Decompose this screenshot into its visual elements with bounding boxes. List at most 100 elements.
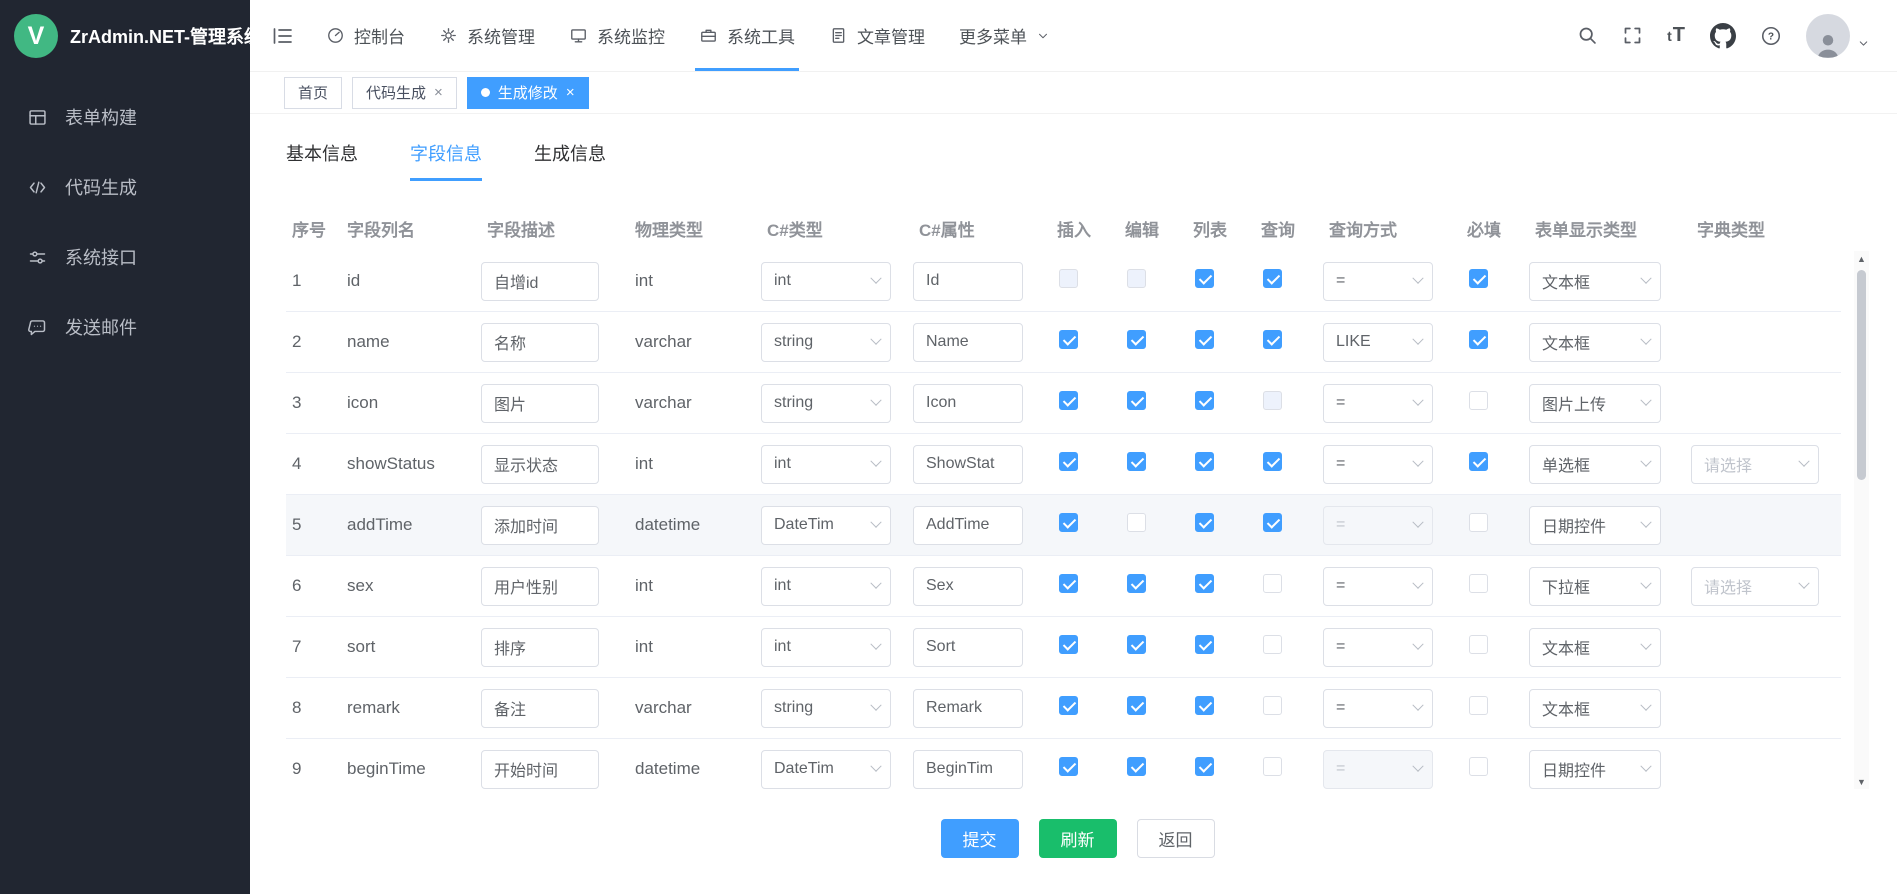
display-type-select[interactable]: 文本框 [1529,262,1661,301]
tab-generation-info[interactable]: 生成信息 [534,140,606,181]
tag-generate-edit[interactable]: 生成修改 × [467,77,589,109]
insert-checkbox[interactable] [1059,330,1078,349]
query-checkbox[interactable] [1263,635,1282,654]
github-link[interactable] [1710,23,1736,49]
required-checkbox[interactable] [1469,513,1488,532]
query-checkbox[interactable] [1263,452,1282,471]
edit-checkbox[interactable] [1127,757,1146,776]
sidebar-item-form-build[interactable]: 表单构建 [0,82,250,152]
close-icon[interactable]: × [566,85,575,100]
csharp-type-select[interactable]: int [761,262,891,301]
column-desc-input[interactable] [481,384,599,423]
font-size-toggle[interactable]: tT [1667,24,1686,47]
query-checkbox[interactable] [1263,574,1282,593]
submit-button[interactable]: 提交 [941,819,1019,858]
refresh-button[interactable]: 刷新 [1039,819,1117,858]
list-checkbox[interactable] [1195,757,1214,776]
csharp-prop-input[interactable] [913,445,1023,484]
nav-item-console[interactable]: 控制台 [326,0,405,71]
insert-checkbox[interactable] [1059,574,1078,593]
query-mode-select[interactable]: = [1323,262,1433,301]
sidebar-item-code-gen[interactable]: 代码生成 [0,152,250,222]
query-checkbox[interactable] [1263,757,1282,776]
query-mode-select[interactable]: = [1323,628,1433,667]
required-checkbox[interactable] [1469,574,1488,593]
list-checkbox[interactable] [1195,330,1214,349]
scroll-down-icon[interactable]: ▼ [1854,774,1869,789]
required-checkbox[interactable] [1469,330,1488,349]
edit-checkbox[interactable] [1127,696,1146,715]
list-checkbox[interactable] [1195,452,1214,471]
display-type-select[interactable]: 日期控件 [1529,750,1661,789]
list-checkbox[interactable] [1195,391,1214,410]
dict-type-select[interactable]: 请选择 [1691,445,1819,484]
search-button[interactable] [1577,25,1598,46]
edit-checkbox[interactable] [1127,330,1146,349]
required-checkbox[interactable] [1469,269,1488,288]
display-type-select[interactable]: 下拉框 [1529,567,1661,606]
csharp-type-select[interactable]: int [761,445,891,484]
display-type-select[interactable]: 文本框 [1529,689,1661,728]
csharp-type-select[interactable]: DateTim [761,506,891,545]
csharp-prop-input[interactable] [913,384,1023,423]
csharp-prop-input[interactable] [913,262,1023,301]
query-checkbox[interactable] [1263,330,1282,349]
edit-checkbox[interactable] [1127,452,1146,471]
column-desc-input[interactable] [481,323,599,362]
column-desc-input[interactable] [481,567,599,606]
list-checkbox[interactable] [1195,574,1214,593]
edit-checkbox[interactable] [1127,635,1146,654]
fullscreen-button[interactable] [1622,25,1643,46]
edit-checkbox[interactable] [1127,574,1146,593]
csharp-type-select[interactable]: DateTim [761,750,891,789]
csharp-prop-input[interactable] [913,750,1023,789]
nav-item-more-menu[interactable]: 更多菜单 [959,0,1050,71]
column-desc-input[interactable] [481,689,599,728]
column-desc-input[interactable] [481,445,599,484]
help-button[interactable]: ? [1760,25,1782,47]
tab-basic-info[interactable]: 基本信息 [286,140,358,181]
query-mode-select[interactable]: = [1323,567,1433,606]
required-checkbox[interactable] [1469,635,1488,654]
required-checkbox[interactable] [1469,757,1488,776]
query-checkbox[interactable] [1263,513,1282,532]
display-type-select[interactable]: 单选框 [1529,445,1661,484]
list-checkbox[interactable] [1195,269,1214,288]
tab-field-info[interactable]: 字段信息 [410,140,482,181]
column-desc-input[interactable] [481,262,599,301]
csharp-type-select[interactable]: int [761,628,891,667]
required-checkbox[interactable] [1469,391,1488,410]
edit-checkbox[interactable] [1127,391,1146,410]
list-checkbox[interactable] [1195,635,1214,654]
dict-type-select[interactable]: 请选择 [1691,567,1819,606]
query-mode-select[interactable]: = [1323,384,1433,423]
required-checkbox[interactable] [1469,452,1488,471]
query-checkbox[interactable] [1263,269,1282,288]
required-checkbox[interactable] [1469,696,1488,715]
tag-code-generation[interactable]: 代码生成 × [352,77,457,109]
sidebar-item-system-api[interactable]: 系统接口 [0,222,250,292]
display-type-select[interactable]: 日期控件 [1529,506,1661,545]
query-mode-select[interactable]: = [1323,445,1433,484]
query-checkbox[interactable] [1263,696,1282,715]
insert-checkbox[interactable] [1059,696,1078,715]
insert-checkbox[interactable] [1059,391,1078,410]
list-checkbox[interactable] [1195,513,1214,532]
user-menu[interactable] [1806,14,1870,58]
csharp-prop-input[interactable] [913,628,1023,667]
insert-checkbox[interactable] [1059,757,1078,776]
display-type-select[interactable]: 图片上传 [1529,384,1661,423]
csharp-prop-input[interactable] [913,567,1023,606]
sidebar-item-send-mail[interactable]: 发送邮件 [0,292,250,362]
column-desc-input[interactable] [481,628,599,667]
csharp-type-select[interactable]: string [761,323,891,362]
scrollbar-thumb[interactable] [1857,270,1866,480]
collapse-menu-button[interactable] [270,0,294,71]
csharp-type-select[interactable]: string [761,689,891,728]
insert-checkbox[interactable] [1059,452,1078,471]
display-type-select[interactable]: 文本框 [1529,323,1661,362]
edit-checkbox[interactable] [1127,513,1146,532]
scroll-up-icon[interactable]: ▲ [1854,251,1869,266]
query-mode-select[interactable]: = [1323,689,1433,728]
column-desc-input[interactable] [481,750,599,789]
